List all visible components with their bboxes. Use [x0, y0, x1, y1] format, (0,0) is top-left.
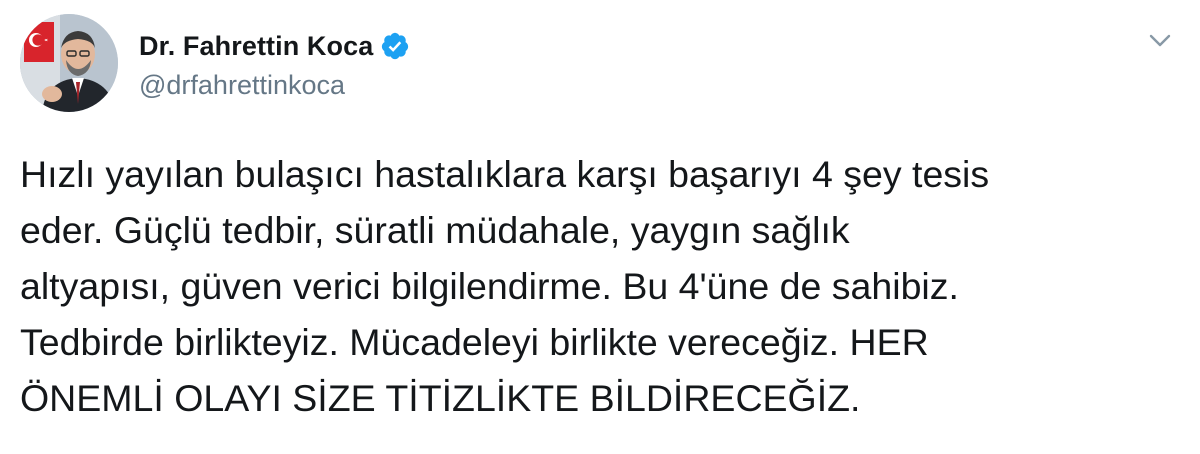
tweet-card: Dr. Fahrettin Koca @drfahrettinkoca Hızl… [0, 0, 1200, 454]
user-handle[interactable]: @drfahrettinkoca [139, 70, 345, 101]
display-name[interactable]: Dr. Fahrettin Koca [139, 31, 373, 62]
avatar[interactable] [20, 14, 118, 112]
avatar-image [20, 14, 118, 112]
tweet-text: Hızlı yayılan bulaşıcı hastalıklara karş… [20, 153, 990, 419]
author-name-row[interactable]: Dr. Fahrettin Koca [139, 28, 410, 64]
chevron-down-icon[interactable] [1146, 26, 1174, 54]
verified-badge-icon [382, 32, 409, 60]
